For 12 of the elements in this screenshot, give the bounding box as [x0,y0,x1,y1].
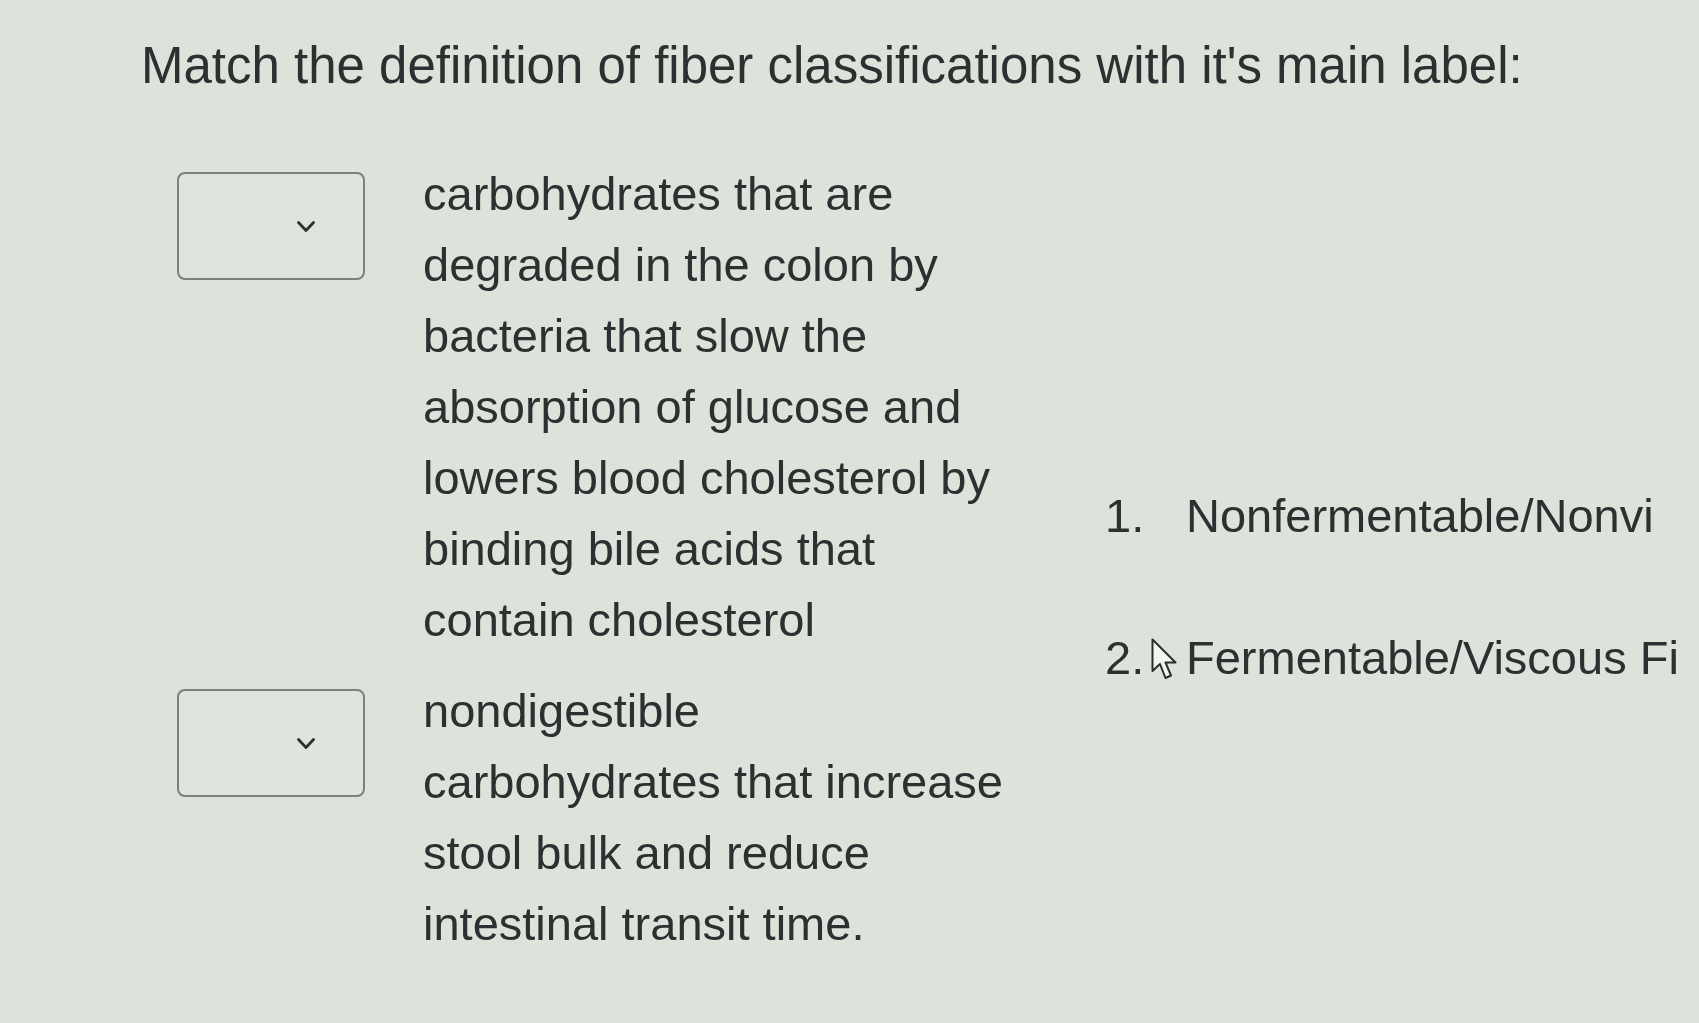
list-number: 2. [1105,629,1145,686]
answer-dropdown[interactable] [177,172,365,280]
mouse-pointer-icon [1151,637,1177,682]
prompt-text: Match the definition of fiber classifications with it's main label: [141,36,1523,96]
chevron-down-icon [297,220,315,232]
option-text: Nonfermentable/Nonvi [1186,487,1655,544]
answer-dropdown[interactable] [177,689,365,797]
definition-text: nondigestible carbohydrates that increase stool bulk and reduce intestinal transit time. [423,683,1004,952]
definition-text: carbohydrates that are degraded in the colon by bacteria that slow the absorption of glucose and lowers blood cholesterol by binding bile acids that contain cholesterol [423,166,991,648]
chevron-down-icon [297,737,315,749]
list-number: 1. [1105,487,1145,544]
option-text: Fermentable/Viscous Fi [1186,629,1679,686]
